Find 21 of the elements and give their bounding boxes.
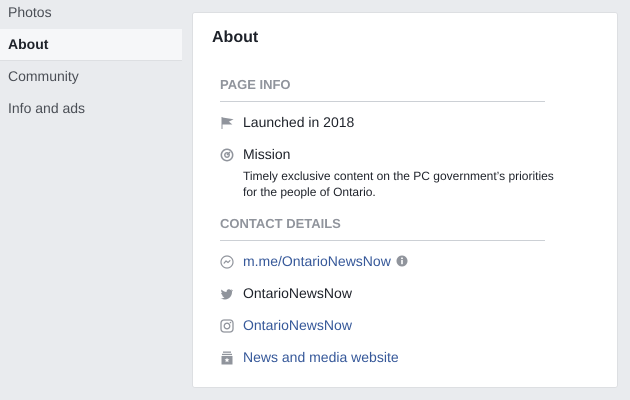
mission-text: Timely exclusive content on the PC government’s priorities for the people of Ontario. <box>243 168 555 200</box>
box-icon <box>220 351 234 365</box>
info-text: OntarioNewsNow <box>243 285 352 301</box>
flag-icon <box>220 116 234 130</box>
bird-icon <box>220 287 234 301</box>
info-text: Mission <box>243 146 290 162</box>
info-text: Launched in 2018 <box>243 114 354 130</box>
card-title: About <box>212 29 260 47</box>
link[interactable]: News and media website <box>243 349 399 365</box>
target-icon <box>220 148 234 162</box>
sidebar-item[interactable]: Photos <box>0 0 182 29</box>
messenger-icon <box>220 255 234 269</box>
info-icon[interactable] <box>396 255 408 267</box>
sidebar-item[interactable]: About <box>0 29 182 61</box>
camera-icon <box>220 319 234 333</box>
link[interactable]: OntarioNewsNow <box>243 317 352 333</box>
section-heading: CONTACT DETAILS <box>220 216 545 241</box>
sidebar-item[interactable]: Community <box>0 61 182 93</box>
sidebar-item[interactable]: Info and ads <box>0 93 182 125</box>
link[interactable]: m.me/OntarioNewsNow <box>243 253 391 269</box>
section-heading: PAGE INFO <box>220 77 545 102</box>
